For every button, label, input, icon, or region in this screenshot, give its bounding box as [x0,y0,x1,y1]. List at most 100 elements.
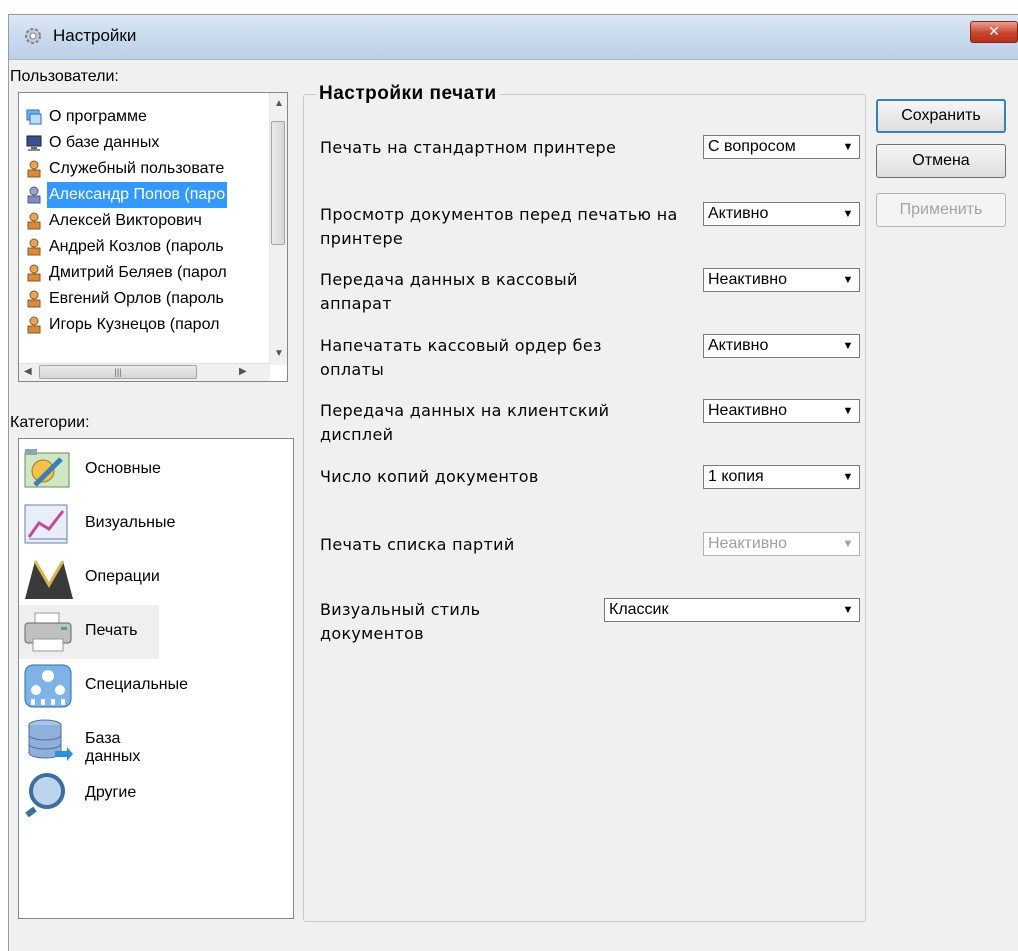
users-vertical-scrollbar[interactable]: ▲ ▼ [269,93,287,365]
batch-list-select: Неактивно ▼ [703,532,860,556]
category-general[interactable]: Основные [19,443,161,497]
user-icon [27,316,41,334]
setting-label-copies-count: Число копий документов [320,467,539,486]
user-icon [27,160,41,178]
user-item-igor-kuznetsov[interactable]: Игорь Кузнецов (парол [23,312,261,338]
user-item-alexander-popov[interactable]: Александр Попов (паро [23,182,261,208]
category-operations[interactable]: Операции [19,551,160,605]
chevron-down-icon: ▼ [842,538,854,550]
category-label: Визуальные [85,514,176,531]
setting-label-cash-order-without-payment: Напечатать кассовый ордер без оплаты [320,336,602,379]
user-icon [27,264,41,282]
category-label: Специальные [85,676,189,693]
windows-icon [26,109,42,125]
setting-label-batch-list: Печать списка партий [320,535,515,554]
chevron-down-icon[interactable]: ▼ [839,205,857,223]
user-item-label: О программе [49,108,147,125]
category-printing[interactable]: Печать [19,605,159,659]
user-item-dmitry-belyaev[interactable]: Дмитрий Беляев (парол [23,260,261,286]
setting-label-cash-register: Передача данных в кассовый аппарат [320,270,578,313]
select-value: Активно [708,205,769,222]
cash-register-select[interactable]: Неактивно ▼ [703,268,860,292]
scroll-thumb[interactable]: ||| [39,365,197,379]
user-item-label: Алексей Викторович [49,212,202,229]
setting-label-preview-before-print: Просмотр документов перед печатью на при… [320,205,678,248]
category-other[interactable]: Другие [19,767,159,821]
select-value: Неактивно [708,271,788,288]
category-label: Другие [85,784,137,801]
user-item-about[interactable]: О программе [23,104,261,130]
scroll-thumb[interactable] [271,121,285,245]
user-icon [27,186,41,204]
visual-chart-icon [24,504,68,544]
cash-order-without-payment-select[interactable]: Активно ▼ [703,334,860,358]
chevron-down-icon[interactable]: ▼ [839,271,857,289]
copies-count-select[interactable]: 1 копия ▼ [703,465,860,489]
category-label: Операции [85,568,160,585]
user-item-label: Александр Попов (паро [47,182,228,208]
scroll-right-icon[interactable]: ▶ [239,366,247,377]
user-icon [27,212,41,230]
gear-icon [25,28,41,44]
special-controls-icon [24,664,72,708]
database-icon [28,719,73,761]
categories-label: Категории: [10,414,90,431]
save-button[interactable]: Сохранить [876,99,1006,133]
scroll-up-icon[interactable]: ▲ [274,98,284,109]
printer-icon [24,612,72,652]
user-icon [27,290,41,308]
close-button[interactable]: ✕ [970,21,1018,43]
select-value: С вопросом [708,138,796,155]
select-value: Классик [609,601,669,618]
user-item-evgeny-orlov[interactable]: Евгений Орлов (пароль [23,286,261,312]
users-horizontal-scrollbar[interactable]: ◀ ||| ▶ [19,363,270,381]
users-label: Пользователи: [10,68,119,85]
print-settings-title: Настройки печати [316,83,500,105]
default-printer-select[interactable]: С вопросом ▼ [703,135,860,159]
close-icon: ✕ [988,24,1000,40]
user-item-label: Служебный пользовате [49,160,225,177]
apply-button: Применить [876,193,1006,227]
user-item-label: Игорь Кузнецов (парол [49,316,220,333]
user-item-label: Андрей Козлов (пароль [49,238,224,255]
user-item-database-info[interactable]: О базе данных [23,130,261,156]
chevron-down-icon[interactable]: ▼ [839,601,857,619]
select-value: 1 копия [708,468,764,485]
category-special[interactable]: Специальные [19,659,188,713]
setting-label-default-printer: Печать на стандартном принтере [320,138,617,157]
user-icon [27,238,41,256]
category-label: База данных [85,730,141,765]
computer-icon [26,135,42,151]
document-style-select[interactable]: Классик ▼ [604,598,860,622]
category-label: Печать [85,622,138,639]
categories-list[interactable]: Основные Визуальные Операции Печать Спец… [18,438,294,919]
cancel-button[interactable]: Отмена [876,144,1006,178]
user-item-alexey-viktorovich[interactable]: Алексей Викторович [23,208,261,234]
scroll-down-icon[interactable]: ▼ [274,348,284,359]
general-settings-icon [24,449,70,488]
chevron-down-icon[interactable]: ▼ [839,468,857,486]
chevron-down-icon[interactable]: ▼ [839,337,857,355]
title-bar: Настройки ✕ [9,15,1018,60]
category-visual[interactable]: Визуальные [19,497,175,551]
category-database[interactable]: База данных [19,713,159,767]
window-title: Настройки [53,26,137,45]
user-item-andrey-kozlov[interactable]: Андрей Козлов (пароль [23,234,261,260]
preview-before-print-select[interactable]: Активно ▼ [703,202,860,226]
user-item-label: Евгений Орлов (пароль [49,290,224,307]
category-label: Основные [85,460,161,477]
user-item-label: Дмитрий Беляев (парол [49,264,227,281]
chevron-down-icon[interactable]: ▼ [839,402,857,420]
client-display-select[interactable]: Неактивно ▼ [703,399,860,423]
select-value: Неактивно [708,402,788,419]
user-item-service-user[interactable]: Служебный пользовате [23,156,261,182]
select-value: Неактивно [708,535,788,552]
magnifier-icon [25,773,65,817]
select-value: Активно [708,337,769,354]
setting-label-client-display: Передача данных на клиентский дисплей [320,401,610,444]
users-list[interactable]: О программе О базе данных Служебный поль… [18,92,288,382]
chevron-down-icon[interactable]: ▼ [839,138,857,156]
operations-icon [25,560,73,599]
user-item-label: О базе данных [49,134,160,151]
scroll-left-icon[interactable]: ◀ [24,366,32,377]
